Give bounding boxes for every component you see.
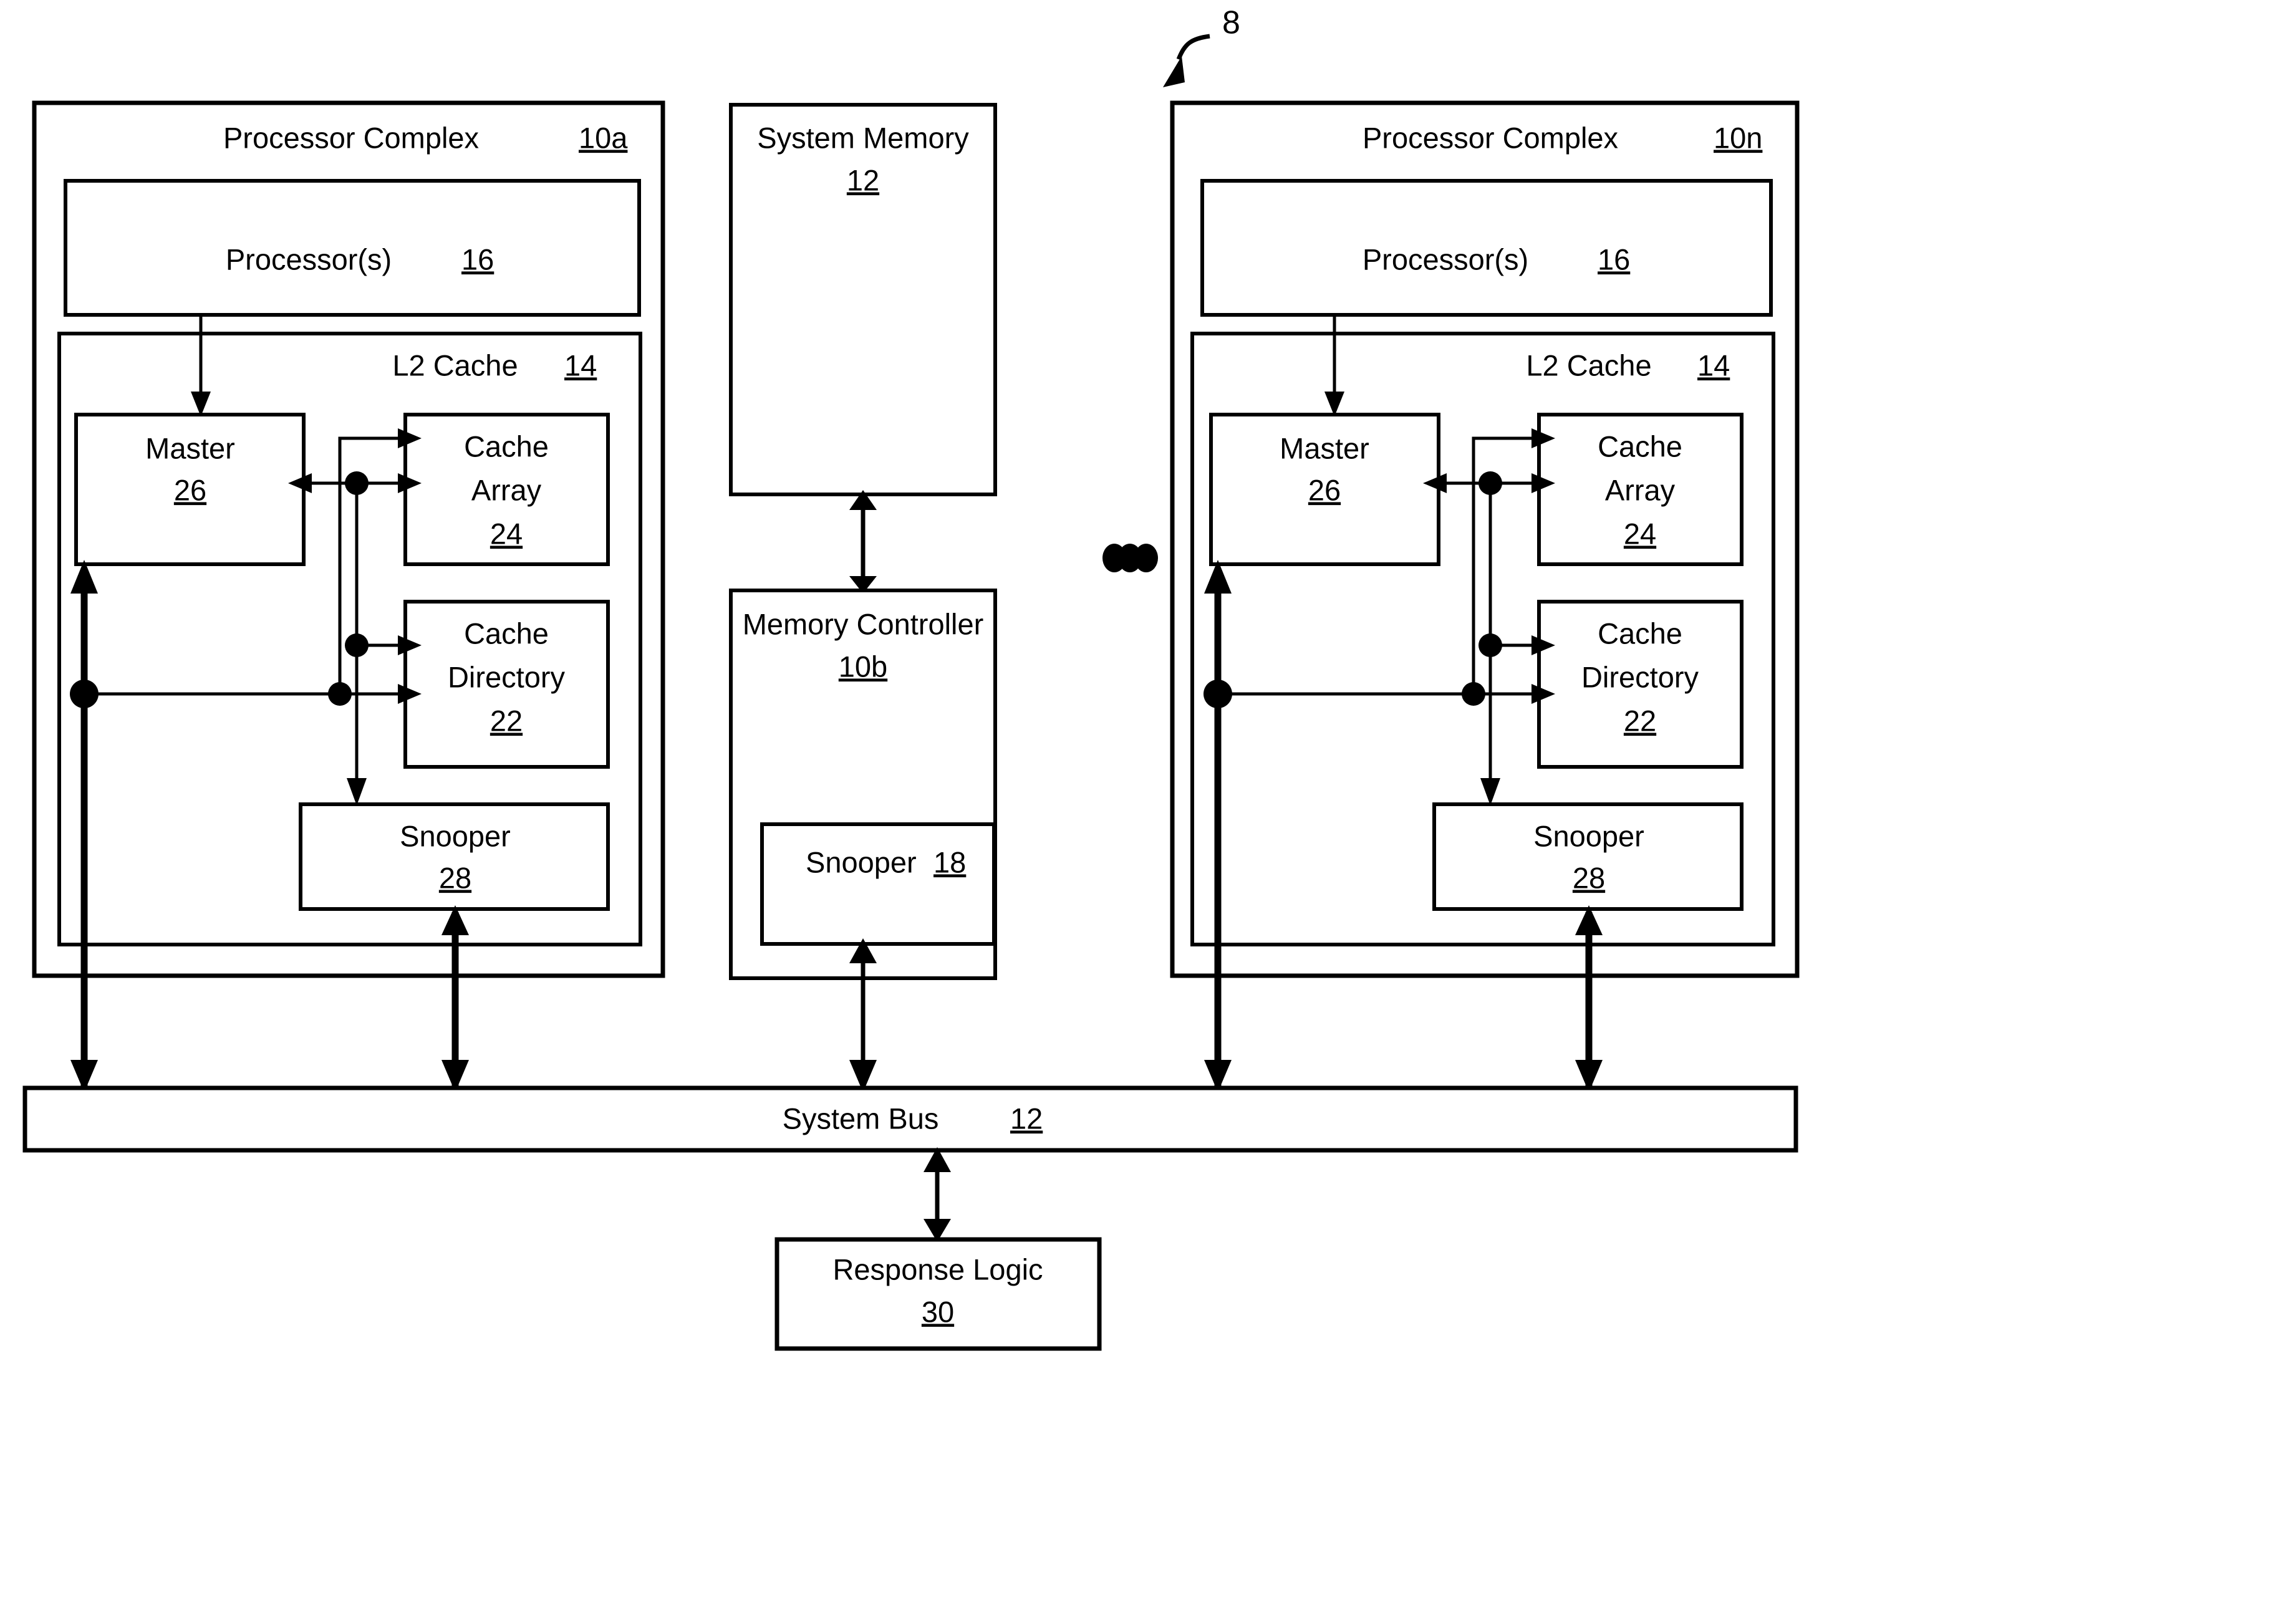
- processor-complex-left: Processor Complex 10a Processor(s) 16 L2…: [32, 100, 665, 1092]
- l2-cache-label-left: L2 Cache: [392, 349, 518, 382]
- mc-snooper-label: Snooper: [806, 845, 917, 878]
- snooper-label-left: Snooper: [400, 819, 511, 852]
- cache-directory-label-line2-left: Directory: [448, 660, 566, 693]
- master-label-right: Master: [1280, 431, 1369, 464]
- master-ref-left: 26: [174, 473, 206, 506]
- mc-snooper-box: [760, 822, 996, 946]
- master-ref-right: 26: [1308, 473, 1341, 506]
- cache-directory-ref-right: 22: [1624, 704, 1656, 737]
- master-label-left: Master: [145, 431, 235, 464]
- system-bus-ref: 12: [1010, 1102, 1043, 1135]
- system-memory-ref: 12: [847, 163, 879, 196]
- l2-cache-ref-left: 14: [564, 349, 597, 382]
- processor-complex-left-title: Processor Complex: [223, 121, 479, 154]
- figure-ref-number: 8: [1222, 5, 1240, 41]
- cache-array-label-line2-left: Array: [471, 473, 542, 506]
- response-logic-label: Response Logic: [832, 1253, 1043, 1286]
- l2-cache-ref-right: 14: [1697, 349, 1730, 382]
- snooper-ref-left: 28: [439, 861, 471, 894]
- system-bus-label: System Bus: [783, 1102, 939, 1135]
- snooper-ref-right: 28: [1573, 861, 1605, 894]
- processor-complex-right-ref: 10n: [1714, 121, 1762, 154]
- cache-array-label-line2-right: Array: [1605, 473, 1676, 506]
- system-bus: System Bus 12: [22, 1085, 1798, 1153]
- figure-ref-arrowhead: [1163, 56, 1185, 87]
- ellipsis-dot-3: [1134, 544, 1158, 572]
- memory-controller-ref: 10b: [839, 650, 887, 683]
- middle-column: System Memory 12 Memory Controller 10b S…: [729, 103, 1158, 1092]
- junction-dot-master-bus-left: [70, 680, 99, 708]
- patent-figure: 8 Processor Complex 10a Processor(s) 16 …: [0, 0, 2296, 1621]
- wire-systembus-response-logic-group: [924, 1147, 951, 1242]
- figure-ref-leader: [1176, 34, 1210, 60]
- junction-dot-cachedirectory-upper-right: [1478, 633, 1502, 657]
- junction-dot-master-bus-right: [1203, 680, 1232, 708]
- figure-canvas: 8 Processor Complex 10a Processor(s) 16 …: [22, 5, 1800, 1351]
- cache-directory-label-line1-left: Cache: [464, 617, 549, 650]
- cache-array-label-line1-left: Cache: [464, 430, 549, 463]
- snooper-label-right: Snooper: [1533, 819, 1644, 852]
- processors-ref-left: 16: [461, 243, 494, 276]
- processors-label-left: Processor(s): [226, 243, 392, 276]
- l2-cache-label-right: L2 Cache: [1526, 349, 1651, 382]
- response-logic-ref: 30: [922, 1295, 954, 1328]
- processor-complex-right-title: Processor Complex: [1363, 121, 1618, 154]
- cache-array-ref-right: 24: [1624, 517, 1656, 550]
- memory-controller-label: Memory Controller: [743, 607, 984, 640]
- system-memory-label: System Memory: [757, 121, 969, 154]
- processor-complex-left-ref: 10a: [579, 121, 628, 154]
- junction-dot-cachedirectory-upper-left: [345, 633, 369, 657]
- processors-ref-right: 16: [1598, 243, 1630, 276]
- processor-complex-right: Processor Complex 10n Processor(s) 16 L2…: [1170, 100, 1800, 1092]
- cache-array-ref-left: 24: [490, 517, 523, 550]
- cache-directory-label-line1-right: Cache: [1598, 617, 1682, 650]
- cache-directory-label-line2-right: Directory: [1581, 660, 1699, 693]
- response-logic: Response Logic 30: [774, 1237, 1102, 1351]
- cache-array-label-line1-right: Cache: [1598, 430, 1682, 463]
- cache-directory-ref-left: 22: [490, 704, 523, 737]
- processors-label-right: Processor(s): [1363, 243, 1528, 276]
- mc-snooper-ref: 18: [933, 845, 966, 878]
- figure-reference-callout: 8: [1163, 5, 1240, 87]
- ellipsis-between-complexes: [1102, 544, 1158, 572]
